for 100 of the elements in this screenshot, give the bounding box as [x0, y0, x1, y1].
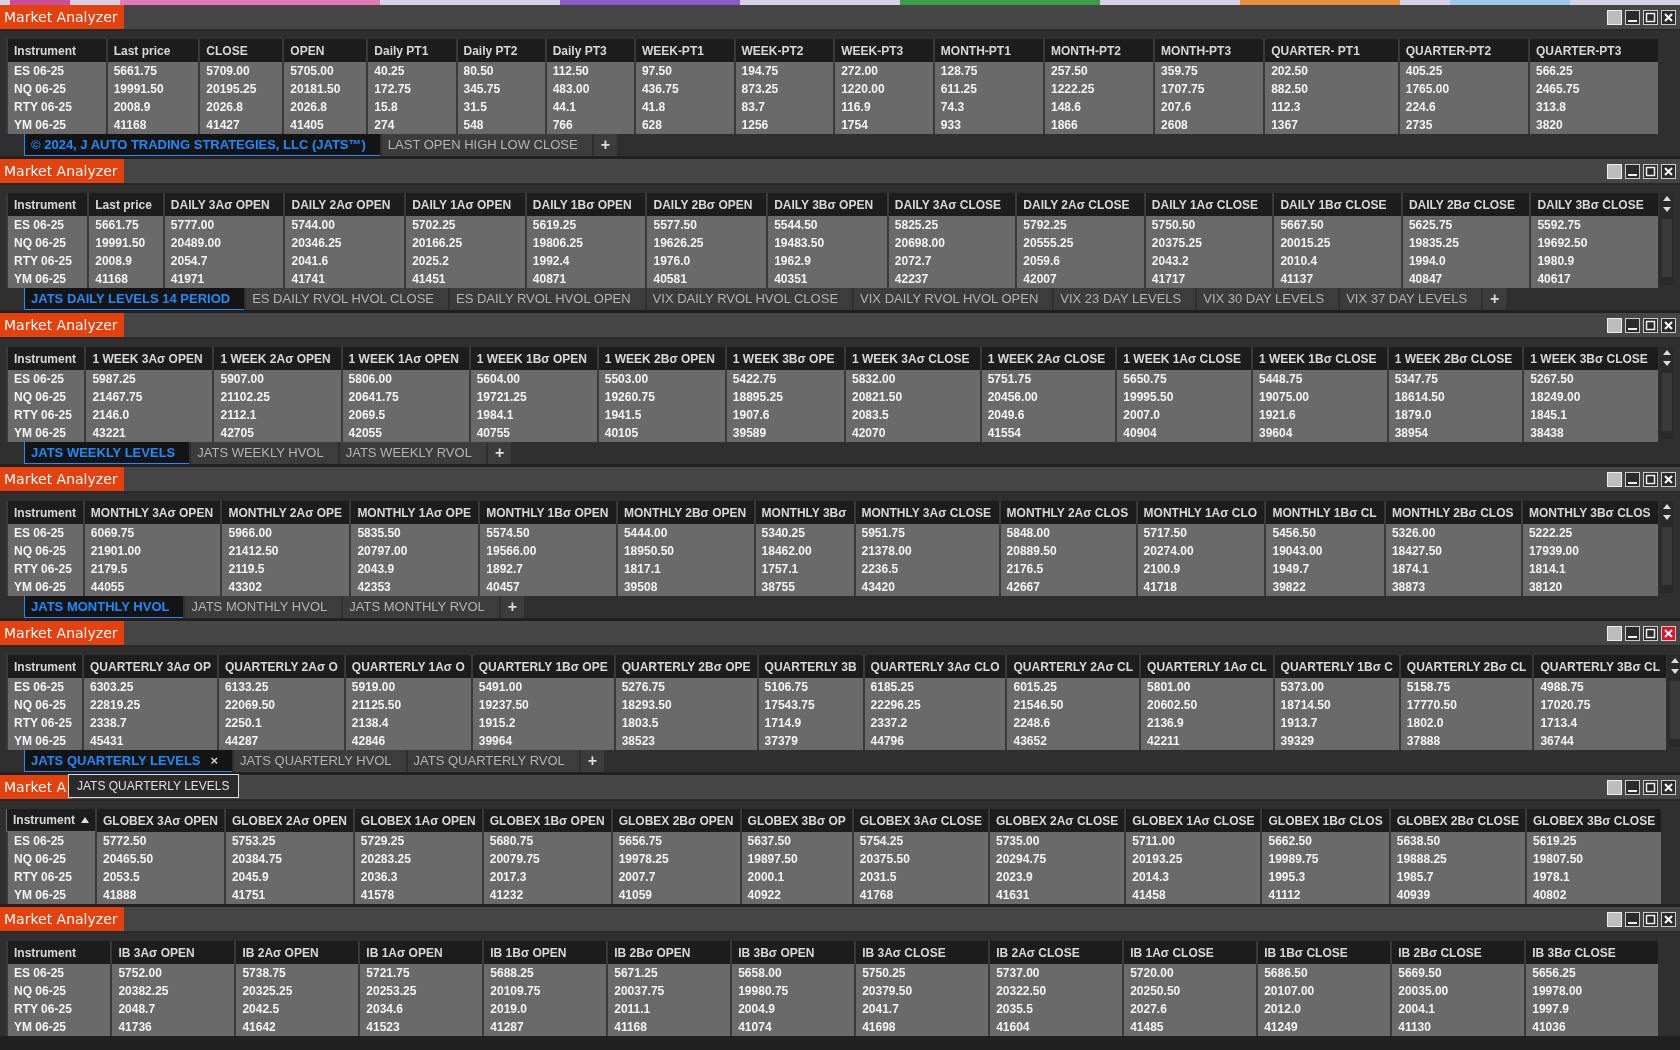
- tab[interactable]: VIX 37 DAY LEVELS: [1340, 288, 1482, 310]
- tab[interactable]: JATS MONTHLY HVOL: [185, 596, 342, 618]
- column-header[interactable]: WEEK-PT3: [834, 39, 934, 62]
- square-icon[interactable]: [1607, 625, 1622, 641]
- column-header[interactable]: QUARTERLY 2Aσ CL: [1006, 655, 1141, 678]
- column-header[interactable]: QUARTERLY 3Aσ CLO: [863, 655, 1007, 678]
- column-header[interactable]: MONTHLY 3Bσ: [754, 501, 855, 524]
- tab[interactable]: VIX DAILY RVOL HVOL CLOSE: [646, 288, 853, 310]
- minimize-icon[interactable]: [1625, 911, 1640, 927]
- column-header[interactable]: GLOBEX 1Bσ CLOS: [1261, 809, 1390, 832]
- square-icon[interactable]: [1607, 911, 1622, 927]
- column-header[interactable]: DAILY 3Bσ OPEN: [767, 193, 888, 216]
- add-tab-button[interactable]: +: [487, 442, 512, 464]
- column-header[interactable]: Last price: [88, 193, 164, 216]
- close-icon[interactable]: [1661, 911, 1676, 927]
- column-header[interactable]: Daily PT3: [545, 39, 635, 62]
- maximize-icon[interactable]: [1643, 911, 1658, 927]
- tab[interactable]: JATS QUARTERLY RVOL: [407, 750, 579, 772]
- column-header[interactable]: DAILY 3Aσ OPEN: [163, 193, 285, 216]
- minimize-icon[interactable]: [1625, 163, 1640, 179]
- column-header[interactable]: MONTH-PT3: [1154, 39, 1265, 62]
- column-header[interactable]: CLOSE: [199, 39, 284, 62]
- maximize-icon[interactable]: [1643, 163, 1658, 179]
- column-header[interactable]: IB 1Aσ CLOSE: [1123, 941, 1258, 964]
- close-icon[interactable]: [1661, 625, 1676, 641]
- column-header[interactable]: IB 1Bσ CLOSE: [1257, 941, 1392, 964]
- column-header[interactable]: DAILY 1Aσ CLOSE: [1144, 193, 1274, 216]
- column-header[interactable]: Instrument: [7, 39, 107, 62]
- column-header[interactable]: 1 WEEK 2Bσ CLOSE: [1387, 347, 1524, 370]
- column-header[interactable]: MONTHLY 1Aσ OPE: [350, 501, 480, 524]
- column-header[interactable]: MONTHLY 1Bσ CL: [1265, 501, 1385, 524]
- minimize-icon[interactable]: [1625, 471, 1640, 487]
- add-tab-button[interactable]: +: [593, 134, 617, 156]
- column-header[interactable]: OPEN: [283, 39, 368, 62]
- sort-arrow-icon[interactable]: [81, 817, 89, 823]
- minimize-icon[interactable]: [1625, 317, 1640, 333]
- add-tab-button[interactable]: +: [1483, 288, 1507, 310]
- column-header[interactable]: IB 2Aσ OPEN: [235, 941, 360, 964]
- column-header[interactable]: 1 WEEK 2Aσ CLOSE: [980, 347, 1117, 370]
- column-header[interactable]: DAILY 2Bσ CLOSE: [1401, 193, 1531, 216]
- column-header[interactable]: WEEK-PT1: [634, 39, 735, 62]
- column-header[interactable]: GLOBEX 2Aσ CLOSE: [989, 809, 1126, 832]
- column-header[interactable]: QUARTERLY 3B: [757, 655, 864, 678]
- column-header[interactable]: GLOBEX 3Bσ CLOSE: [1525, 809, 1662, 832]
- tab[interactable]: JATS MONTHLY RVOL: [343, 596, 499, 618]
- column-header[interactable]: IB 2Bσ OPEN: [607, 941, 732, 964]
- tab[interactable]: JATS QUARTERLY HVOL: [234, 750, 406, 772]
- column-header[interactable]: IB 2Bσ CLOSE: [1391, 941, 1526, 964]
- column-header[interactable]: GLOBEX 1Bσ OPEN: [482, 809, 612, 832]
- column-header[interactable]: 1 WEEK 3Bσ CLOSE: [1523, 347, 1658, 370]
- column-header[interactable]: DAILY 3Bσ CLOSE: [1530, 193, 1658, 216]
- column-header[interactable]: DAILY 2Aσ CLOSE: [1016, 193, 1145, 216]
- tab[interactable]: VIX 23 DAY LEVELS: [1054, 288, 1196, 310]
- column-header[interactable]: MONTHLY 1Bσ OPEN: [479, 501, 617, 524]
- close-icon[interactable]: [1661, 163, 1676, 179]
- column-header[interactable]: GLOBEX 2Bσ OPEN: [611, 809, 741, 832]
- tab-close-button[interactable]: ×: [210, 749, 219, 772]
- column-header[interactable]: 1 WEEK 1Aσ OPEN: [341, 347, 470, 370]
- column-header[interactable]: QUARTER-PT2: [1398, 39, 1529, 62]
- column-header[interactable]: GLOBEX 3Bσ OP: [740, 809, 853, 832]
- tab[interactable]: LAST OPEN HIGH LOW CLOSE: [381, 134, 592, 156]
- column-header[interactable]: MONTHLY 3Aσ CLOSE: [854, 501, 1000, 524]
- column-header[interactable]: QUARTERLY 3Aσ OP: [83, 655, 218, 678]
- column-header[interactable]: GLOBEX 2Aσ OPEN: [224, 809, 354, 832]
- column-header[interactable]: MONTH-PT1: [933, 39, 1044, 62]
- column-header[interactable]: MONTHLY 3Bσ CLOS: [1521, 501, 1658, 524]
- maximize-icon[interactable]: [1643, 9, 1658, 25]
- column-header[interactable]: DAILY 1Bσ CLOSE: [1273, 193, 1402, 216]
- column-header[interactable]: MONTHLY 1Aσ CLO: [1136, 501, 1266, 524]
- column-header[interactable]: QUARTERLY 2Bσ OPE: [614, 655, 758, 678]
- add-tab-button[interactable]: +: [580, 750, 605, 772]
- column-header[interactable]: DAILY 2Bσ OPEN: [646, 193, 768, 216]
- add-tab-button[interactable]: +: [500, 596, 525, 618]
- tab[interactable]: JATS DAILY LEVELS 14 PERIOD: [24, 288, 245, 310]
- tab[interactable]: VIX DAILY RVOL HVOL OPEN: [854, 288, 1053, 310]
- column-header[interactable]: MONTHLY 2Aσ OPE: [221, 501, 351, 524]
- tab[interactable]: JATS WEEKLY HVOL: [191, 442, 338, 464]
- column-header[interactable]: 1 WEEK 3Aσ CLOSE: [845, 347, 981, 370]
- column-header[interactable]: QUARTER- PT1: [1264, 39, 1399, 62]
- column-header[interactable]: Daily PT1: [367, 39, 457, 62]
- column-header[interactable]: 1 WEEK 1Aσ CLOSE: [1116, 347, 1252, 370]
- maximize-icon[interactable]: [1643, 471, 1658, 487]
- column-header[interactable]: Last price: [106, 39, 200, 62]
- column-header[interactable]: QUARTERLY 1Bσ C: [1273, 655, 1400, 678]
- column-header[interactable]: 1 WEEK 1Bσ OPEN: [469, 347, 598, 370]
- column-header[interactable]: Instrument: [7, 655, 83, 678]
- column-header[interactable]: QUARTERLY 1Bσ OPE: [471, 655, 615, 678]
- column-header[interactable]: QUARTERLY 1Aσ CL: [1140, 655, 1274, 678]
- tab[interactable]: ES DAILY RVOL HVOL OPEN: [450, 288, 645, 310]
- tab[interactable]: ES DAILY RVOL HVOL CLOSE: [246, 288, 448, 310]
- column-header[interactable]: IB 3Aσ CLOSE: [855, 941, 990, 964]
- column-header[interactable]: IB 2Aσ CLOSE: [989, 941, 1124, 964]
- close-icon[interactable]: [1661, 9, 1676, 25]
- tab[interactable]: © 2024, J AUTO TRADING STRATEGIES, LLC (JATS™): [24, 134, 380, 156]
- close-icon[interactable]: [1661, 779, 1676, 795]
- column-header[interactable]: MONTHLY 2Bσ CLOS: [1384, 501, 1522, 524]
- column-header[interactable]: Instrument: [7, 501, 84, 524]
- square-icon[interactable]: [1607, 317, 1622, 333]
- column-header[interactable]: QUARTER-PT3: [1529, 39, 1658, 62]
- tab[interactable]: JATS WEEKLY RVOL: [339, 442, 486, 464]
